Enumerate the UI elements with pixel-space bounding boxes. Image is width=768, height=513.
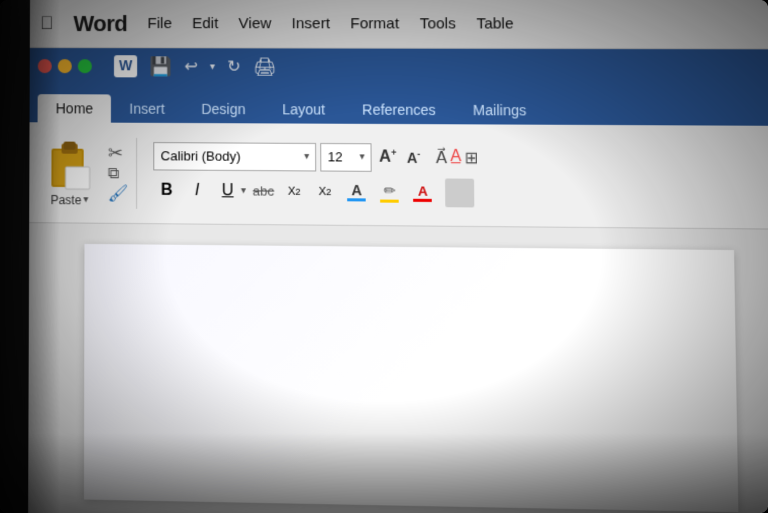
subscript-button[interactable]: X2	[281, 178, 308, 205]
ribbon-tabs: Home Insert Design Layout References Mai…	[30, 84, 768, 126]
underline-group: U ▾	[214, 177, 246, 204]
tab-insert[interactable]: Insert	[111, 94, 183, 123]
close-button[interactable]	[38, 59, 52, 73]
bold-button[interactable]: B	[154, 177, 180, 204]
menu-insert[interactable]: Insert	[286, 13, 337, 34]
document-page[interactable]	[84, 244, 739, 512]
redo-icon[interactable]: ↻	[227, 56, 241, 76]
cut-icon[interactable]: ✂	[108, 143, 129, 161]
mac-menubar:  Word File Edit View Insert Format Tool…	[30, 0, 768, 49]
divider-1	[136, 137, 137, 208]
ribbon-titlebar: W 💾 ↩ ▾ ↻ 🖨	[30, 48, 768, 87]
clipboard-sub-section: ✂ ⧉ 🖌	[108, 143, 129, 202]
decrease-font-size-button[interactable]: A-	[404, 148, 424, 167]
word-app:  Word File Edit View Insert Format Tool…	[28, 0, 768, 513]
menu-tools[interactable]: Tools	[413, 13, 462, 34]
paste-section: Paste ▾	[37, 134, 102, 211]
save-icon[interactable]: 💾	[149, 56, 172, 77]
undo-icon[interactable]: ↩	[184, 56, 198, 76]
font-name-value: Calibri (Body)	[161, 148, 241, 164]
menu-format[interactable]: Format	[344, 13, 405, 34]
tab-layout[interactable]: Layout	[264, 95, 344, 124]
font-name-select[interactable]: Calibri (Body) ▾	[154, 142, 317, 171]
font-color-indicator	[348, 198, 367, 201]
underline-button[interactable]: U	[214, 177, 241, 204]
traffic-lights	[38, 59, 92, 73]
paste-dropdown-icon[interactable]: ▾	[83, 194, 88, 205]
menu-word[interactable]: Word	[67, 9, 133, 39]
highlight-icon: ✏	[384, 182, 396, 199]
font-size-select[interactable]: 12 ▾	[321, 142, 372, 171]
menu-table[interactable]: Table	[470, 13, 520, 34]
font-row-2: B I U ▾ abc X2 X2 A ✏	[154, 176, 479, 207]
menu-edit[interactable]: Edit	[186, 13, 224, 34]
screen:  Word File Edit View Insert Format Tool…	[0, 0, 768, 513]
format-painter-icon[interactable]: 🖌	[108, 186, 129, 202]
clear-format-a-icon: A	[418, 183, 428, 198]
tab-references[interactable]: References	[344, 95, 455, 124]
font-size-dropdown-icon: ▾	[360, 151, 365, 162]
highlight-indicator	[380, 199, 399, 202]
paste-icon-area	[45, 138, 93, 191]
clear-formatting-button[interactable]: A	[408, 178, 437, 207]
copy-icon[interactable]: ⧉	[108, 166, 129, 182]
tab-home[interactable]: Home	[38, 94, 112, 122]
minimize-button[interactable]	[58, 59, 72, 73]
superscript-button[interactable]: X2	[311, 178, 338, 205]
print-icon[interactable]: 🖨	[253, 56, 276, 77]
font-section: Calibri (Body) ▾ 12 ▾ A+ A- A⃗ A̲ ⊞	[145, 137, 487, 211]
maximize-button[interactable]	[78, 59, 92, 73]
word-icon: W	[114, 55, 137, 77]
apple-logo-icon: 	[40, 13, 54, 34]
font-color-a-icon: A	[351, 182, 362, 198]
strikethrough-button[interactable]: abc	[250, 178, 277, 205]
menu-file[interactable]: File	[142, 13, 178, 34]
increase-font-size-button[interactable]: A+	[376, 146, 400, 168]
paste-button[interactable]: Paste ▾	[50, 192, 88, 206]
underline-dropdown-icon[interactable]: ▾	[241, 185, 246, 196]
more-styles-button[interactable]	[445, 178, 474, 207]
text-effects-icon[interactable]: A⃗	[436, 147, 447, 168]
italic-button[interactable]: I	[184, 177, 210, 204]
tab-design[interactable]: Design	[183, 95, 264, 124]
highlight-color-button[interactable]: ✏	[375, 178, 404, 207]
ribbon-toolbar: Paste ▾ ✂ ⧉ 🖌 Calibri (Body) ▾	[29, 122, 768, 229]
tab-mailings[interactable]: Mailings	[454, 96, 545, 125]
font-name-dropdown-icon: ▾	[304, 151, 309, 162]
font-color-button[interactable]: A	[342, 177, 371, 206]
character-spacing-icon[interactable]: ⊞	[464, 147, 478, 168]
clipboard-icon	[45, 138, 93, 191]
font-row-1: Calibri (Body) ▾ 12 ▾ A+ A- A⃗ A̲ ⊞	[154, 142, 479, 172]
menu-view[interactable]: View	[232, 13, 277, 34]
font-size-value: 12	[328, 149, 343, 164]
font-color-icon[interactable]: A̲	[450, 147, 461, 168]
clear-format-indicator	[413, 198, 432, 201]
document-area	[28, 223, 768, 513]
undo-dropdown-icon[interactable]: ▾	[210, 61, 215, 72]
right-formatting-icons: A⃗ A̲ ⊞	[436, 147, 479, 168]
paste-label: Paste	[50, 192, 81, 206]
